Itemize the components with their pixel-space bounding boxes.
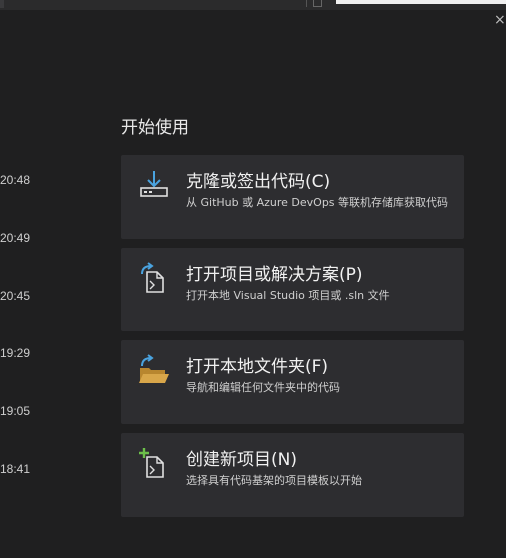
new-project-title: 创建新项目(N) — [186, 450, 297, 470]
scrollbar-fragment — [296, 0, 307, 7]
clone-code-title: 克隆或签出代码(C) — [186, 172, 331, 192]
clone-code-card[interactable]: 克隆或签出代码(C) 从 GitHub 或 Azure DevOps 等联机存储… — [121, 155, 464, 239]
open-folder-description: 导航和编辑任何文件夹中的代码 — [186, 381, 340, 394]
open-project-icon — [141, 262, 164, 293]
recent-item-time[interactable]: 20:45 — [0, 289, 30, 303]
clone-code-description: 从 GitHub 或 Azure DevOps 等联机存储库获取代码 — [186, 196, 449, 209]
open-folder-card[interactable]: 打开本地文件夹(F) 导航和编辑任何文件夹中的代码 — [121, 340, 464, 424]
open-folder-icon — [139, 354, 169, 383]
clone-icon — [140, 171, 168, 197]
new-project-card[interactable]: 创建新项目(N) 选择具有代码基架的项目模板以开始 — [121, 433, 464, 517]
recent-item-time[interactable]: 19:05 — [0, 404, 30, 418]
scroll-arrow-fragment — [313, 0, 322, 7]
new-project-description: 选择具有代码基架的项目模板以开始 — [186, 474, 362, 487]
start-window: × 20:48 20:49 20:45 19:29 19:05 18:41 开始… — [0, 0, 506, 558]
recent-item-time[interactable]: 19:29 — [0, 346, 30, 360]
close-button[interactable]: × — [494, 12, 506, 28]
recent-item-time[interactable]: 20:48 — [0, 173, 30, 187]
open-project-title: 打开项目或解决方案(P) — [186, 265, 363, 285]
get-started-title: 开始使用 — [121, 118, 189, 138]
open-project-description: 打开本地 Visual Studio 项目或 .sln 文件 — [186, 289, 390, 302]
open-folder-title: 打开本地文件夹(F) — [186, 357, 329, 377]
recent-item-time[interactable]: 20:49 — [0, 231, 30, 245]
open-project-card[interactable]: 打开项目或解决方案(P) 打开本地 Visual Studio 项目或 .sln… — [121, 248, 464, 331]
top-left-fragment — [0, 0, 4, 8]
new-project-icon — [139, 448, 164, 478]
background-window-fragment — [336, 0, 506, 4]
top-strip — [0, 0, 506, 10]
recent-item-time[interactable]: 18:41 — [0, 462, 30, 476]
